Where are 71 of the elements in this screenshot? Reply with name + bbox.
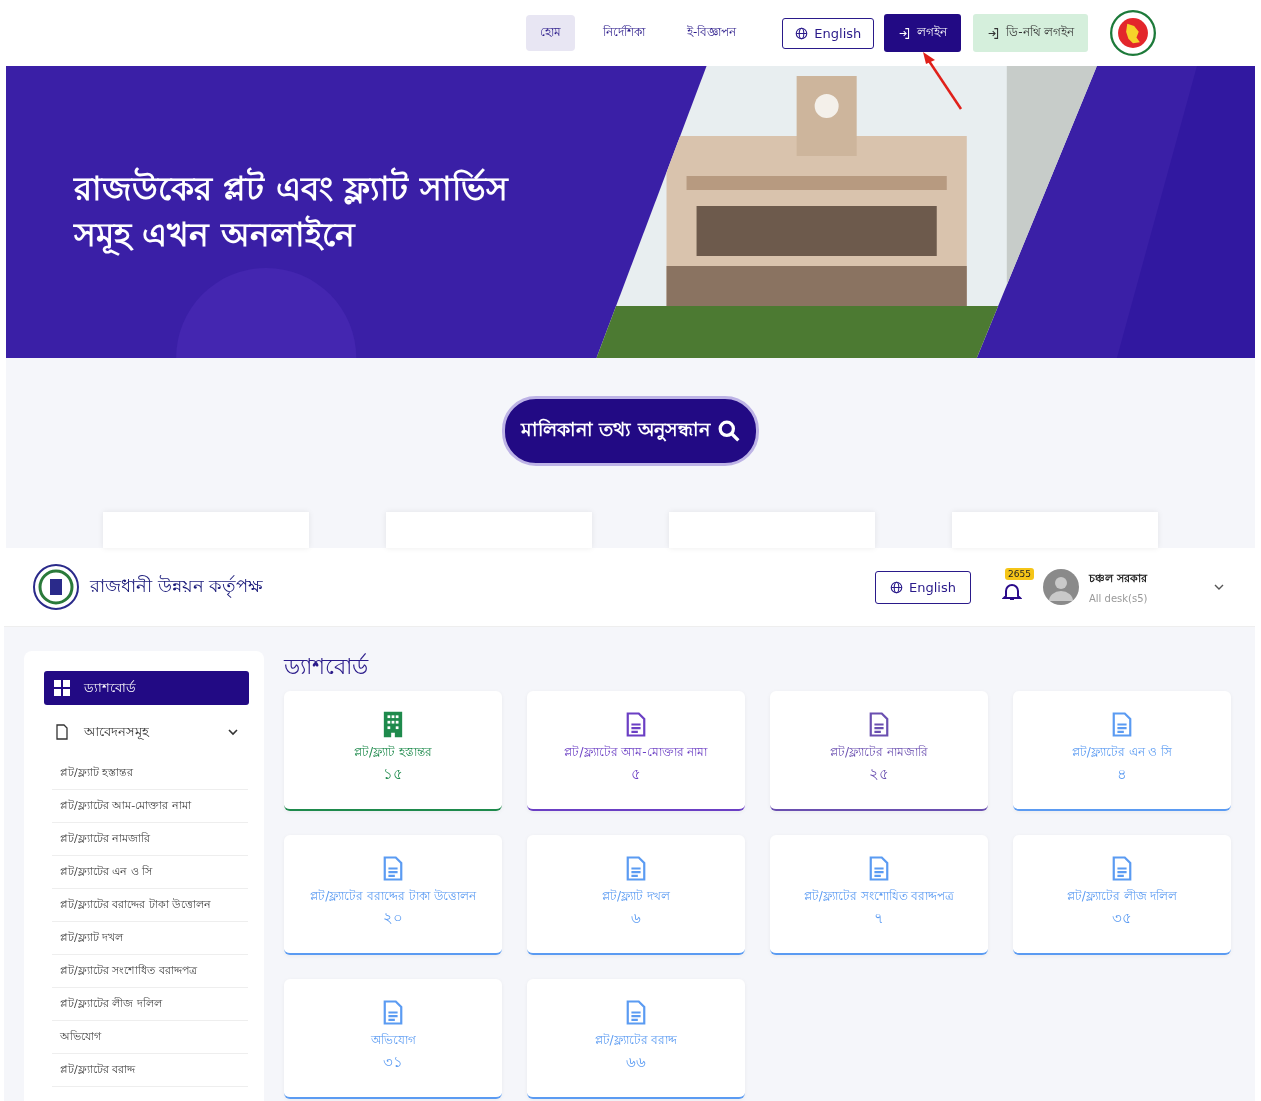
card-label: প্লট/ফ্ল্যাটের লীজ দলিল	[1066, 888, 1178, 904]
document-icon	[1111, 855, 1133, 882]
document-icon	[625, 999, 647, 1026]
bell-icon[interactable]	[1002, 582, 1022, 602]
login-icon	[898, 26, 912, 40]
card-count: ৭	[874, 910, 884, 926]
grid-icon	[54, 680, 70, 696]
card-count: ৬	[631, 910, 641, 926]
organization-name: রাজধানী উন্নয়ন কর্তৃপক্ষ	[90, 573, 264, 600]
logo-icon	[32, 563, 80, 611]
sidebar-subitem[interactable]: প্লট/ফ্ল্যাটের বরাদ্দ	[52, 1054, 248, 1087]
document-icon	[382, 999, 404, 1026]
card-count: ২০	[383, 910, 403, 926]
sidebar-item[interactable]: ড্যাশবোর্ড	[44, 671, 249, 705]
card-count: ২৫	[869, 766, 889, 782]
sidebar-subitem[interactable]: অভিযোগ	[52, 1021, 248, 1054]
page-title: ড্যাশবোর্ড	[284, 653, 370, 681]
sidebar-subitem[interactable]: প্লট/ফ্ল্যাট দখল	[52, 922, 248, 955]
nav-link[interactable]: ই-বিজ্ঞাপন	[673, 15, 751, 51]
nav-link[interactable]: হোম	[526, 15, 575, 51]
document-icon	[868, 711, 890, 738]
chevron-down-icon	[227, 726, 239, 738]
sidebar-subitem[interactable]: প্লট/ফ্ল্যাটের লীজ দলিল	[52, 988, 248, 1021]
language-button[interactable]: English	[782, 17, 875, 49]
language-button[interactable]: English	[875, 570, 971, 604]
stat-card[interactable]: প্লট/ফ্ল্যাট হস্তান্তর ১৫	[284, 691, 502, 811]
login-icon	[987, 26, 1001, 40]
card-label: প্লট/ফ্ল্যাট দখল	[602, 888, 670, 904]
stat-card[interactable]: প্লট/ফ্ল্যাটের নামজারি ২৫	[770, 691, 988, 811]
document-icon	[625, 855, 647, 882]
document-icon	[54, 724, 70, 740]
card-label: প্লট/ফ্ল্যাটের বরাদ্দ	[594, 1032, 678, 1048]
document-icon	[382, 855, 404, 882]
document-icon	[868, 855, 890, 882]
stat-card[interactable]: প্লট/ফ্ল্যাটের আম-মোক্তার নামা ৫	[527, 691, 745, 811]
card-count: ১৫	[383, 766, 403, 782]
card-label: প্লট/ফ্ল্যাটের সংশোধিত বরাদ্দপত্র	[803, 888, 955, 904]
search-button[interactable]: মালিকানা তথ্য অনুসন্ধান	[501, 396, 760, 466]
card-count: ৩৫	[1112, 910, 1132, 926]
sidebar-subitem[interactable]: প্লট/ফ্ল্যাটের এন ও সি	[52, 856, 248, 889]
nav-link[interactable]: নির্দেশিকা	[589, 15, 659, 51]
user-role: All desk(s5)	[1089, 593, 1149, 604]
card-count: ৫	[631, 766, 641, 782]
avatar	[1043, 569, 1079, 605]
card-count: ৬৬	[626, 1054, 646, 1070]
sidebar-subitem[interactable]: প্লট/ফ্ল্যাটের নামজারি	[52, 823, 248, 856]
sidebar-subitem[interactable]: প্লট/ফ্ল্যাটের সংশোধিত বরাদ্দপত্র	[52, 955, 248, 988]
notification-badge: 2655	[1005, 568, 1034, 580]
globe-icon	[890, 580, 904, 594]
globe-icon	[795, 26, 809, 40]
card-label: প্লট/ফ্ল্যাটের নামজারি	[830, 744, 928, 760]
annotation-arrow	[922, 52, 964, 110]
document-icon	[625, 711, 647, 738]
card-label: প্লট/ফ্ল্যাটের এন ও সি	[1071, 744, 1173, 760]
government-seal-icon	[1110, 10, 1157, 56]
card-label: প্লট/ফ্ল্যাট হস্তান্তর	[354, 744, 432, 760]
login-button[interactable]: লগইন	[884, 14, 962, 52]
card-label: প্লট/ফ্ল্যাটের আম-মোক্তার নামা	[564, 744, 708, 760]
banner-headline: রাজউকের প্লট এবং ফ্ল্যাট সার্ভিস সমূহ এখন অনলাইনে	[74, 166, 508, 258]
user-name: চঞ্চল সরকার	[1089, 571, 1149, 587]
dnothi-login-button[interactable]: ডি-নথি লগইন	[973, 14, 1089, 52]
sidebar-subitem[interactable]: প্লট/ফ্ল্যাট হস্তান্তর	[52, 757, 248, 790]
card-count: ৪	[1117, 766, 1127, 782]
card-count: ৩১	[383, 1054, 403, 1070]
sidebar-subitem[interactable]: প্লট/ফ্ল্যাটের আম-মোক্তার নামা	[52, 790, 248, 823]
search-icon	[718, 420, 741, 442]
card-label: অভিযোগ	[370, 1032, 416, 1048]
card-label: প্লট/ফ্ল্যাটের বরাদ্দের টাকা উত্তোলন	[310, 888, 476, 904]
sidebar-subitem[interactable]: প্লট/ফ্ল্যাটের বরাদ্দের টাকা উত্তোলন	[52, 889, 248, 922]
building-icon	[382, 711, 404, 738]
document-icon	[1111, 711, 1133, 738]
